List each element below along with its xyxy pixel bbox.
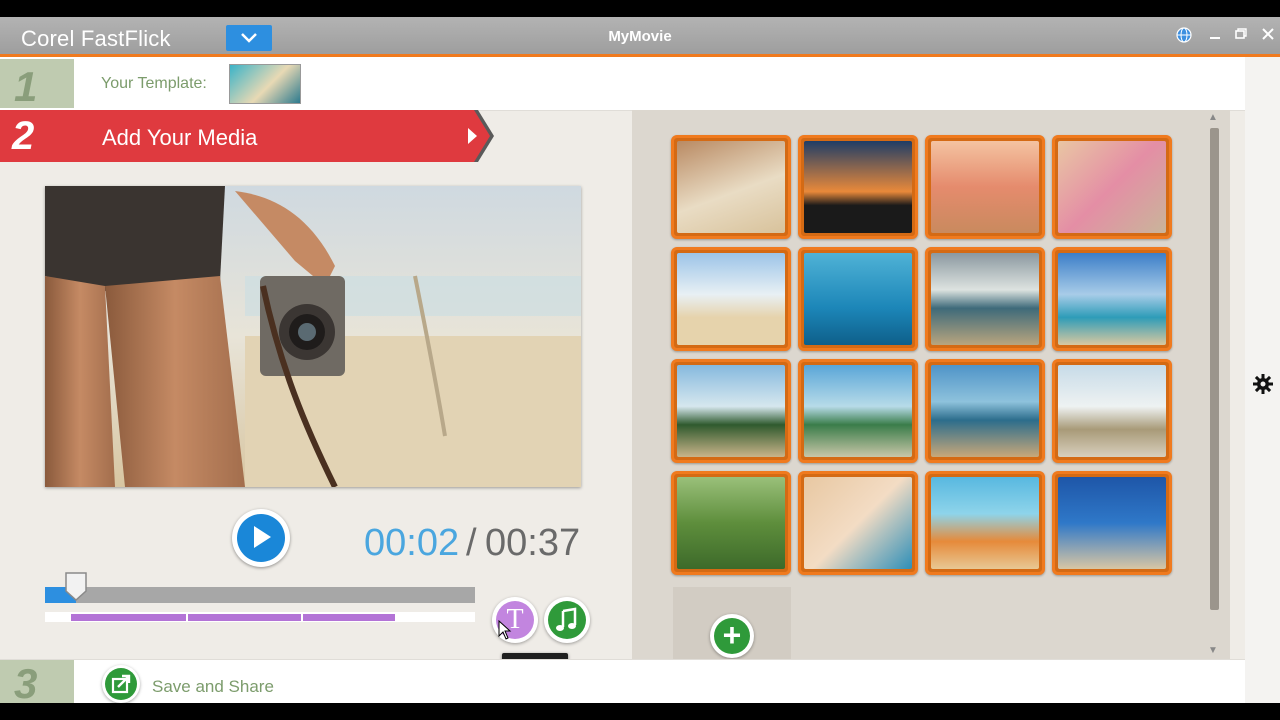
media-image xyxy=(677,365,785,457)
media-thumbnail[interactable] xyxy=(671,471,791,575)
media-image xyxy=(1058,365,1166,457)
media-thumbnail[interactable] xyxy=(925,359,1045,463)
document-title: MyMovie xyxy=(608,28,672,45)
media-thumbnail[interactable] xyxy=(1052,135,1172,239)
time-separator: / xyxy=(466,522,477,564)
plus-icon: + xyxy=(714,618,750,654)
media-thumbnail[interactable] xyxy=(925,471,1045,575)
bottom-edge xyxy=(0,703,1280,720)
media-thumbnail[interactable] xyxy=(1052,359,1172,463)
media-image xyxy=(804,141,912,233)
restore-icon xyxy=(1235,27,1247,43)
step3-number: 3 xyxy=(14,660,38,707)
step3-indicator: 3 xyxy=(0,660,74,707)
media-thumbnail[interactable] xyxy=(671,135,791,239)
media-thumbnail[interactable] xyxy=(671,247,791,351)
playhead-handle[interactable] xyxy=(64,571,88,602)
title-segment[interactable] xyxy=(71,614,186,621)
media-thumbnail[interactable] xyxy=(798,359,918,463)
current-time: 00:02 xyxy=(364,522,460,564)
media-scrollbar-thumb[interactable] xyxy=(1210,128,1219,610)
media-image xyxy=(931,477,1039,569)
media-image xyxy=(931,253,1039,345)
restore-button[interactable] xyxy=(1230,24,1252,46)
step2-label: Add Your Media xyxy=(102,125,258,150)
add-media-button[interactable]: + xyxy=(710,614,754,658)
media-thumbnail[interactable] xyxy=(925,247,1045,351)
minimize-button[interactable] xyxy=(1204,24,1226,46)
media-thumbnail[interactable] xyxy=(798,135,918,239)
media-image xyxy=(931,365,1039,457)
gear-icon xyxy=(1253,374,1273,398)
step1-indicator: 1 xyxy=(0,59,74,110)
timeline-track[interactable] xyxy=(45,587,475,603)
media-image xyxy=(931,141,1039,233)
play-button[interactable] xyxy=(232,509,290,567)
close-button[interactable] xyxy=(1257,24,1279,46)
media-image xyxy=(804,477,912,569)
media-image xyxy=(677,253,785,345)
video-preview[interactable] xyxy=(45,186,581,487)
music-button[interactable] xyxy=(544,597,590,643)
globe-icon xyxy=(1175,27,1193,47)
template-label: Your Template: xyxy=(101,75,207,92)
save-share-button[interactable] xyxy=(102,665,140,703)
media-image xyxy=(804,365,912,457)
minimize-icon xyxy=(1209,27,1221,43)
share-export-icon xyxy=(105,674,137,704)
close-icon xyxy=(1262,27,1274,43)
media-thumbnail[interactable] xyxy=(671,359,791,463)
media-thumbnail[interactable] xyxy=(1052,247,1172,351)
preview-image xyxy=(45,186,581,487)
help-button[interactable] xyxy=(1173,24,1195,46)
media-thumbnail[interactable] xyxy=(798,247,918,351)
media-image xyxy=(677,141,785,233)
media-image xyxy=(1058,477,1166,569)
media-thumbnail[interactable] xyxy=(1052,471,1172,575)
media-image xyxy=(677,477,785,569)
media-thumbnail[interactable] xyxy=(925,135,1045,239)
title-segment[interactable] xyxy=(303,614,395,621)
music-note-icon xyxy=(548,607,586,643)
settings-button[interactable] xyxy=(1253,374,1273,399)
step2-number: 2 xyxy=(12,114,35,158)
title-segment[interactable] xyxy=(188,614,301,621)
step1-number: 1 xyxy=(14,63,38,110)
media-thumbnail[interactable] xyxy=(798,471,918,575)
scroll-down-arrow-icon[interactable]: ▼ xyxy=(1208,645,1218,656)
mouse-cursor-icon xyxy=(498,619,512,645)
media-image xyxy=(804,253,912,345)
save-share-label[interactable]: Save and Share xyxy=(152,677,274,697)
title-bar: Corel FastFlick MyMovie xyxy=(0,17,1280,57)
step1-row[interactable]: 1 Your Template: xyxy=(0,57,1245,111)
template-thumbnail[interactable] xyxy=(229,64,301,104)
media-image xyxy=(1058,253,1166,345)
total-time: 00:37 xyxy=(485,522,581,564)
media-image xyxy=(1058,141,1166,233)
step2-arrow-icon xyxy=(468,128,477,144)
scroll-up-arrow-icon[interactable]: ▲ xyxy=(1208,112,1218,123)
